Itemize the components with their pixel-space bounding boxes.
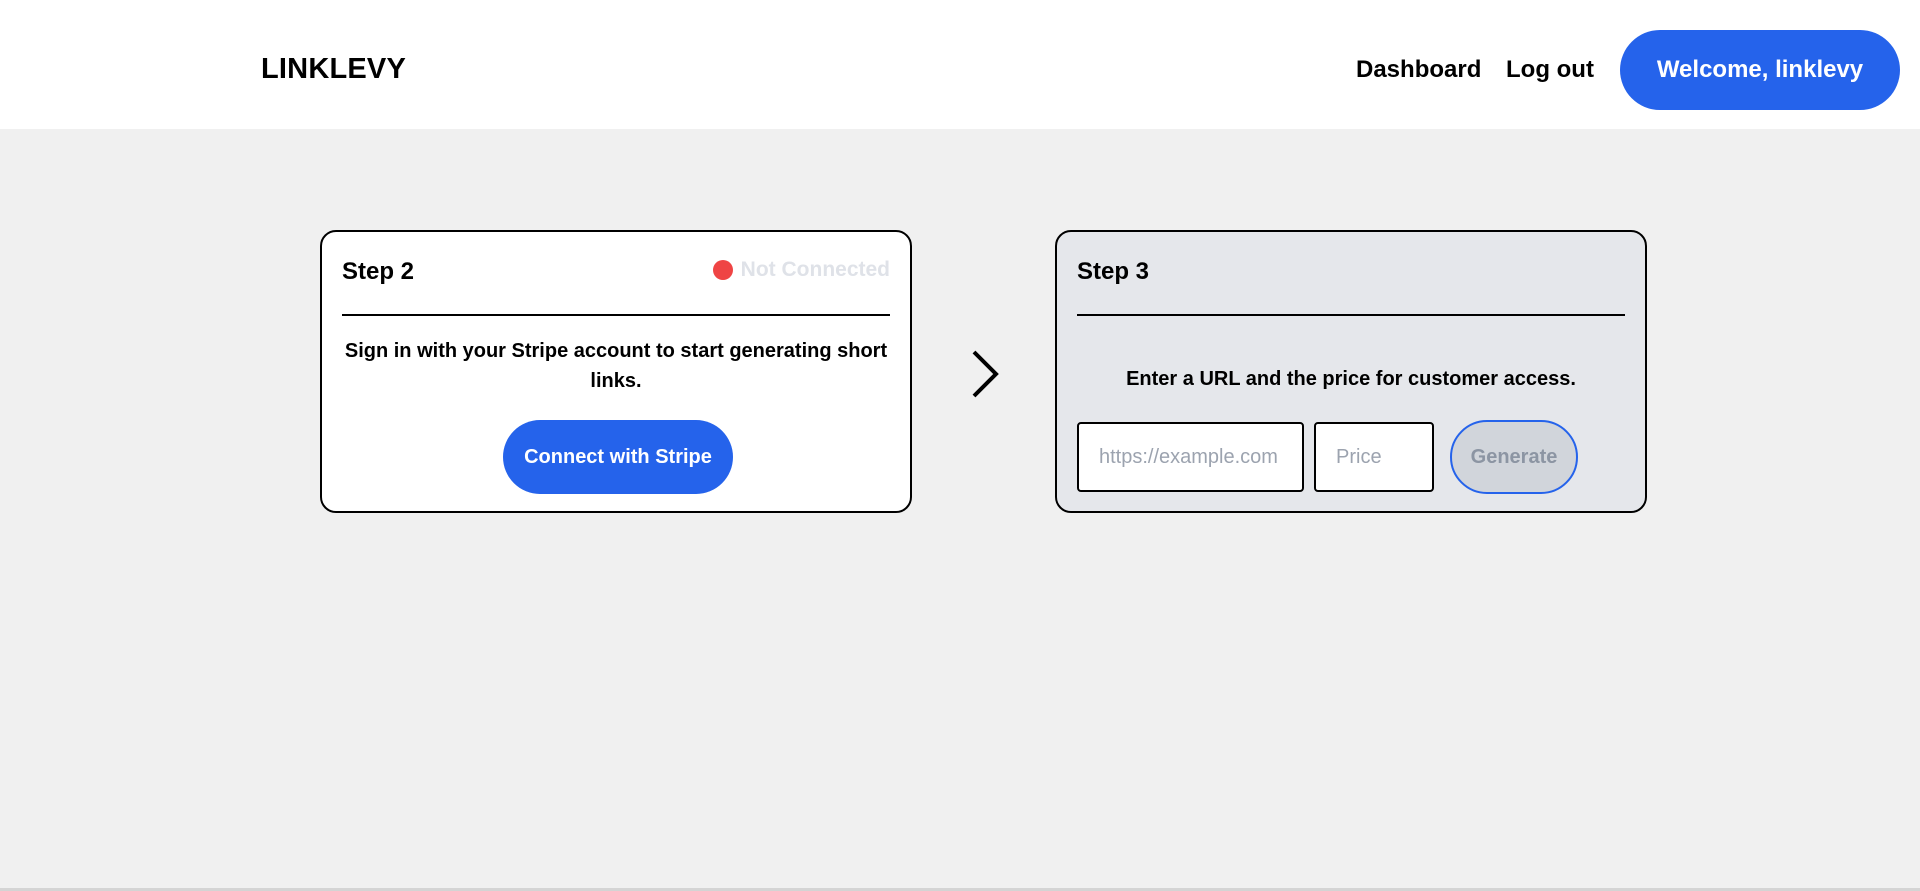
step3-divider [1077, 314, 1625, 316]
chevron-right-icon [972, 350, 999, 398]
step2-card: Step 2 Not Connected Sign in with your S… [320, 230, 912, 513]
price-input[interactable] [1314, 422, 1434, 492]
step3-card: Step 3 Enter a URL and the price for cus… [1055, 230, 1647, 513]
url-input[interactable] [1077, 422, 1304, 492]
welcome-user-button[interactable]: Welcome, linklevy [1620, 30, 1900, 110]
status-dot-icon [712, 260, 733, 280]
brand-logo[interactable]: LINKLEVY [261, 53, 406, 86]
step3-description: Enter a URL and the price for customer a… [1126, 368, 1576, 390]
generate-button[interactable]: Generate [1450, 420, 1578, 494]
step2-title: Step 2 [342, 258, 415, 285]
nav-dashboard-link[interactable]: Dashboard [1356, 56, 1481, 84]
status-text: Not Connected [740, 258, 890, 281]
nav-logout-link[interactable]: Log out [1506, 56, 1594, 84]
step3-title: Step 3 [1077, 258, 1150, 285]
connect-stripe-button[interactable]: Connect with Stripe [503, 420, 733, 494]
connection-status: Not Connected [712, 258, 890, 282]
step2-divider [342, 314, 890, 316]
step2-description: Sign in with your Stripe account to star… [344, 340, 888, 392]
top-header: LINKLEVY Dashboard Log out Welcome, link… [0, 0, 1920, 129]
